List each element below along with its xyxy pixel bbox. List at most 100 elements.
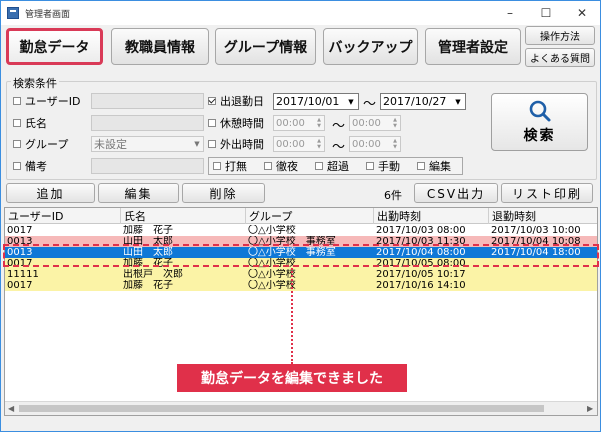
spinner-icon[interactable]: ▲ ▼ (390, 137, 400, 151)
range-separator: 〜 (332, 119, 346, 134)
flag-overtime[interactable]: 超過 (315, 158, 349, 174)
spinner-icon[interactable]: ▲ ▼ (314, 137, 324, 151)
scrollbar-thumb[interactable] (19, 405, 544, 412)
column-header-clock-in[interactable]: 出勤時刻 (374, 208, 489, 224)
cell-clock-out: 2017/10/03 10:00 (491, 225, 581, 236)
attendance-to-picker[interactable]: 2017/10/27 ▼ (380, 93, 466, 110)
user-id-checkbox[interactable]: ユーザーID (13, 93, 81, 109)
range-separator: 〜 (332, 140, 346, 155)
print-list-button[interactable]: リスト印刷 (501, 183, 593, 203)
checkbox-icon (13, 97, 21, 105)
chevron-down-icon: ▼ (348, 97, 354, 106)
group-select-value: 未設定 (94, 138, 127, 151)
checkbox-checked-icon (208, 97, 216, 105)
horizontal-scrollbar[interactable]: ◀ ▶ (5, 401, 597, 415)
out-time-label: 外出時間 (220, 138, 264, 151)
tab-staff-info[interactable]: 教職員情報 (111, 28, 209, 65)
cell-clock-in: 2017/10/03 08:00 (376, 225, 466, 236)
out-to-input[interactable]: 00:00 ▲ ▼ (349, 136, 401, 152)
checkbox-icon (315, 162, 323, 170)
break-from-input[interactable]: 00:00 ▲ ▼ (273, 115, 325, 131)
column-header-clock-out[interactable]: 退勤時刻 (489, 208, 597, 224)
tab-group-info[interactable]: グループ情報 (215, 28, 316, 65)
scroll-left-icon[interactable]: ◀ (8, 404, 14, 413)
flag-no-punch[interactable]: 打無 (213, 158, 247, 174)
out-from-input[interactable]: 00:00 ▲ ▼ (273, 136, 325, 152)
checkbox-icon (417, 162, 425, 170)
tab-admin-settings[interactable]: 管理者設定 (425, 28, 521, 65)
table-row[interactable]: 0017 加藤 花子 〇△小学校 2017/10/03 08:00 2017/10/03… (5, 225, 597, 236)
cell-group: 〇△小学校 (248, 269, 296, 280)
cell-name: 加藤 花子 (123, 225, 173, 236)
cell-user-id: 0017 (7, 280, 33, 291)
name-input[interactable] (91, 115, 204, 131)
group-select[interactable]: 未設定 ▼ (91, 136, 204, 152)
search-icon (529, 100, 550, 122)
spinner-icon[interactable]: ▲ ▼ (390, 116, 400, 130)
checkbox-icon (13, 140, 21, 148)
checkbox-icon (13, 119, 21, 127)
maximize-icon[interactable]: ☐ (528, 1, 564, 25)
break-time-checkbox[interactable]: 休憩時間 (208, 115, 264, 131)
delete-button[interactable]: 削除 (182, 183, 265, 203)
checkbox-icon (208, 140, 216, 148)
table-row[interactable]: 0017 加藤 花子 〇△小学校 2017/10/16 14:10 (5, 280, 597, 291)
grid-header: ユーザーID 氏名 グループ 出勤時刻 退勤時刻 (5, 208, 597, 224)
flag-overtime-label: 超過 (327, 160, 349, 173)
flag-manual[interactable]: 手動 (366, 158, 400, 174)
out-time-checkbox[interactable]: 外出時間 (208, 136, 264, 152)
tab-attendance-data[interactable]: 勤怠データ (6, 28, 103, 65)
name-label: 氏名 (25, 117, 47, 130)
break-to-value: 00:00 (352, 117, 381, 129)
attendance-from-picker[interactable]: 2017/10/01 ▼ (273, 93, 359, 110)
checkbox-icon (13, 162, 21, 170)
remarks-checkbox[interactable]: 備考 (13, 158, 47, 174)
search-conditions-legend: 検索条件 (11, 75, 59, 91)
cell-group: 〇△小学校 (248, 280, 296, 291)
tab-backup[interactable]: バックアップ (323, 28, 418, 65)
app-icon (7, 7, 19, 19)
checkbox-icon (264, 162, 272, 170)
record-count: 6件 (384, 189, 402, 202)
flag-edited[interactable]: 編集 (417, 158, 451, 174)
flag-manual-label: 手動 (378, 160, 400, 173)
cell-user-id: 11111 (7, 269, 39, 280)
cell-clock-in: 2017/10/16 14:10 (376, 280, 466, 291)
attendance-date-checkbox[interactable]: 出退勤日 (208, 93, 264, 109)
out-to-value: 00:00 (352, 138, 381, 150)
search-button[interactable]: 検索 (491, 93, 588, 151)
column-header-user-id[interactable]: ユーザーID (5, 208, 121, 224)
cell-name: 出根戸 次郎 (123, 269, 183, 280)
cell-clock-in: 2017/10/05 10:17 (376, 269, 466, 280)
remarks-input[interactable] (91, 158, 204, 174)
checkbox-icon (213, 162, 221, 170)
window-title: 管理者画面 (25, 9, 71, 20)
flag-no-punch-label: 打無 (225, 160, 247, 173)
column-header-name[interactable]: 氏名 (121, 208, 246, 224)
scroll-right-icon[interactable]: ▶ (587, 404, 593, 413)
attendance-date-label: 出退勤日 (220, 95, 264, 108)
edit-button[interactable]: 編集 (98, 183, 179, 203)
group-checkbox[interactable]: グループ (13, 136, 68, 152)
add-button[interactable]: 追加 (6, 183, 95, 203)
table-row[interactable]: 11111 出根戸 次郎 〇△小学校 2017/10/05 10:17 (5, 269, 597, 280)
group-label: グループ (25, 138, 69, 151)
manual-button[interactable]: 操作方法 (525, 26, 595, 45)
faq-button[interactable]: よくある質問 (525, 48, 595, 67)
break-to-input[interactable]: 00:00 ▲ ▼ (349, 115, 401, 131)
checkbox-icon (366, 162, 374, 170)
minimize-icon[interactable]: – (492, 1, 528, 25)
cell-clock-out (489, 280, 597, 291)
out-from-value: 00:00 (276, 138, 305, 150)
csv-export-button[interactable]: CSV出力 (414, 183, 498, 203)
name-checkbox[interactable]: 氏名 (13, 115, 47, 131)
flag-all-night[interactable]: 徹夜 (264, 158, 298, 174)
close-icon[interactable]: ✕ (564, 1, 600, 25)
cell-name: 加藤 花子 (123, 280, 173, 291)
flag-edited-label: 編集 (429, 160, 451, 173)
user-id-input[interactable] (91, 93, 204, 109)
attendance-to-value: 2017/10/27 (383, 95, 447, 108)
spinner-icon[interactable]: ▲ ▼ (314, 116, 324, 130)
callout-leader-line (291, 268, 293, 364)
column-header-group[interactable]: グループ (246, 208, 374, 224)
